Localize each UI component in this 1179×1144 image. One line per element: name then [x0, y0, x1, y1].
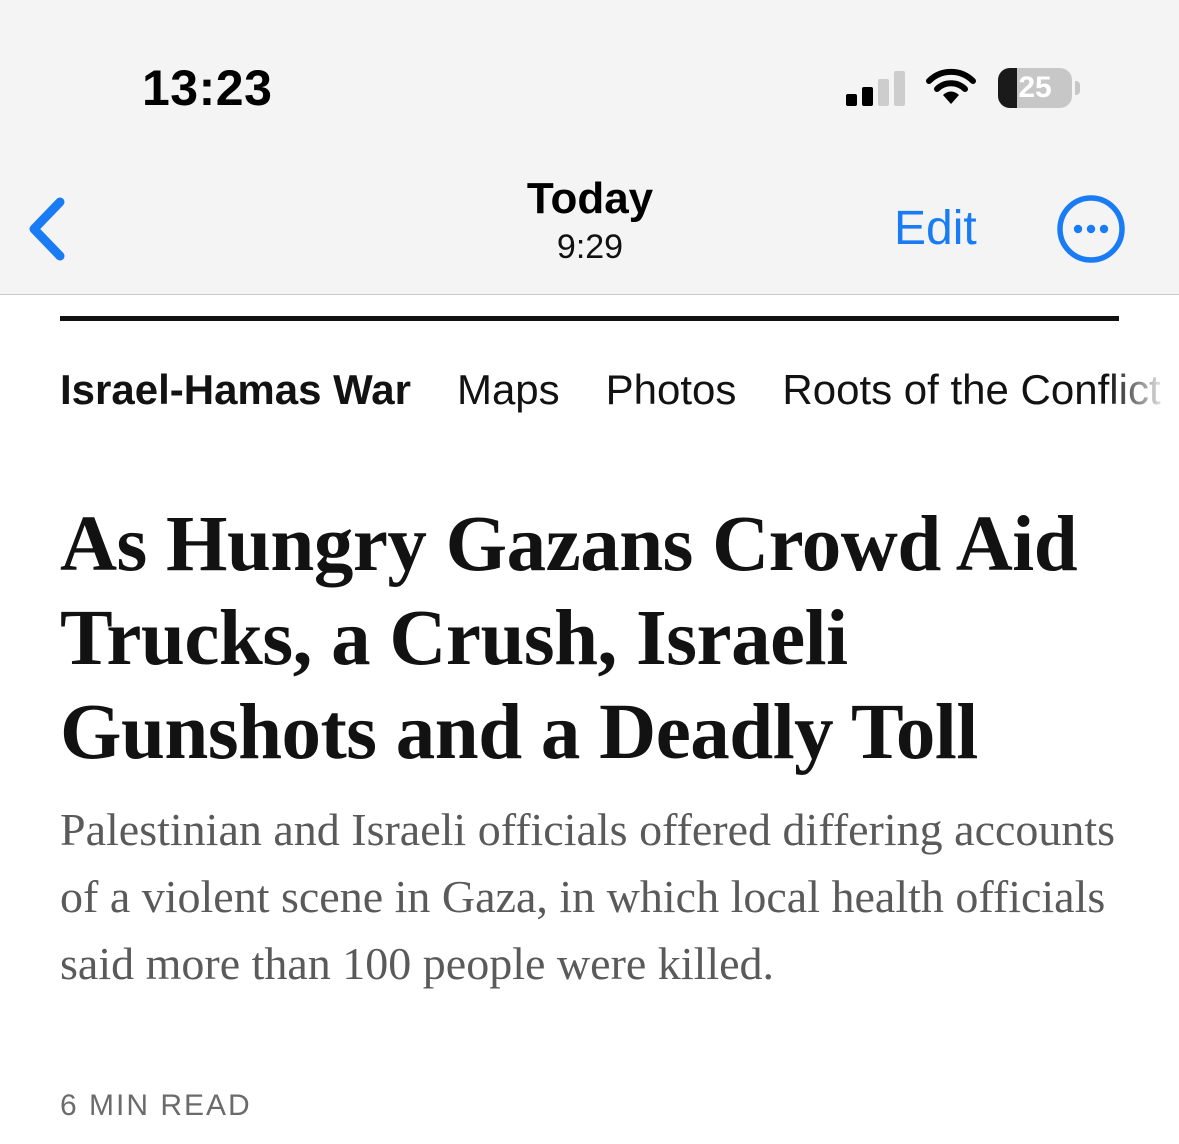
nav-subtitle: 9:29 — [556, 228, 624, 266]
top-bar: 13:23 25 Today 9:29 Edit — [0, 0, 1179, 295]
signal-bar — [862, 87, 873, 106]
section-tab-roots-of-the-conflict[interactable]: Roots of the Conflict — [782, 360, 1160, 420]
signal-bar — [878, 79, 889, 106]
nav-title: Today — [526, 174, 654, 223]
signal-bar — [846, 94, 857, 106]
battery-icon: 25 — [998, 68, 1082, 108]
wifi-icon — [926, 68, 976, 104]
section-tab-israel-hamas-war[interactable]: Israel-Hamas War — [60, 360, 411, 420]
section-nav: Israel-Hamas War Maps Photos Roots of the C… — [0, 360, 1179, 420]
section-tab-maps[interactable]: Maps — [457, 360, 560, 420]
cellular-signal-icon — [846, 71, 905, 106]
signal-bar — [894, 71, 905, 106]
section-tab-photos[interactable]: Photos — [606, 360, 737, 420]
read-time: 6 MIN READ — [60, 1089, 252, 1122]
chevron-left-icon[interactable] — [20, 192, 74, 266]
article-headline[interactable]: As Hungry Gazans Crowd Aid Trucks, a Cru… — [60, 498, 1140, 780]
section-divider — [60, 316, 1119, 321]
article-summary: Palestinian and Israeli officials offere… — [60, 804, 1116, 989]
status-time: 13:23 — [142, 60, 273, 116]
nav-title-block: Today 9:29 — [440, 172, 740, 268]
battery-level: 25 — [1018, 71, 1052, 104]
edit-button[interactable]: Edit — [894, 200, 977, 258]
ellipsis-circle-icon[interactable] — [1056, 194, 1126, 264]
